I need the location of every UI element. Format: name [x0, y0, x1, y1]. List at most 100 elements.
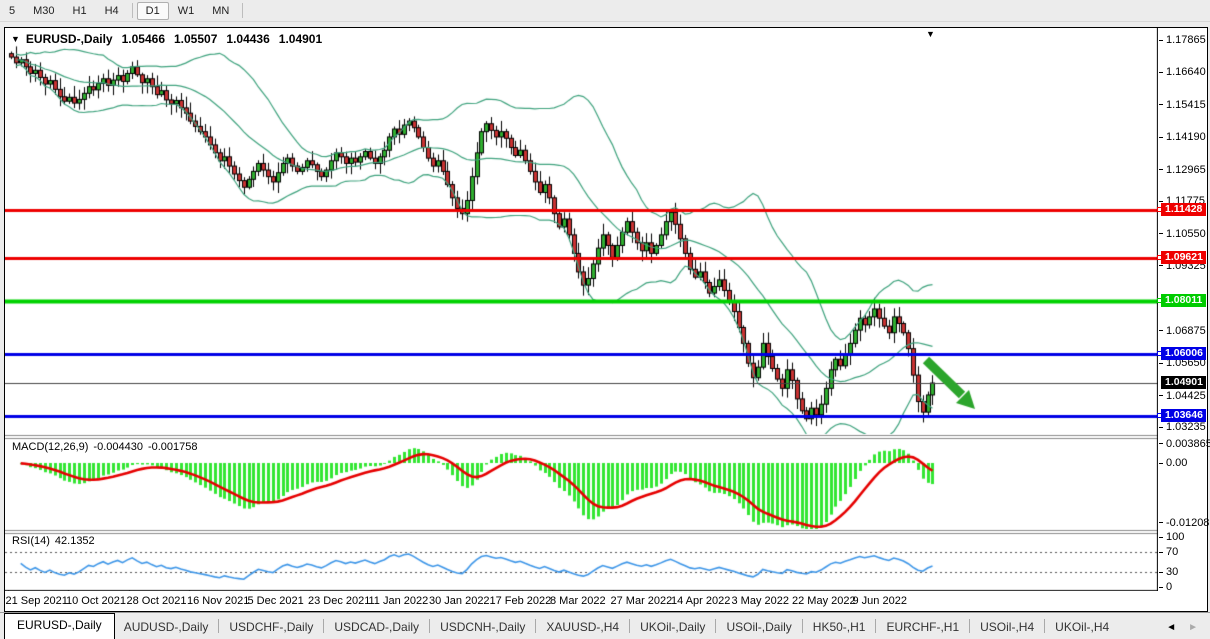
price-tick [1159, 265, 1163, 266]
price-tick-label: 1.06875 [1166, 325, 1206, 337]
macd-tick-label: 0.00 [1166, 457, 1187, 469]
price-tick [1159, 137, 1163, 138]
chart-symbol-label: EURUSD-,Daily [26, 32, 113, 46]
ohlc-high: 1.05507 [174, 32, 217, 46]
date-tick-label: 23 Dec 2021 [308, 595, 370, 607]
hline-price-badge: 1.03646 [1161, 409, 1206, 422]
price-tick [1159, 201, 1163, 202]
macd-indicator-label: MACD(12,26,9) -0.004430 -0.001758 [12, 441, 203, 453]
date-tick-label: 21 Sep 2021 [6, 595, 68, 607]
tab-audusd-daily[interactable]: AUDUSD-,Daily [115, 616, 218, 639]
tab-separator [323, 619, 324, 633]
date-tick-label: 5 Dec 2021 [248, 595, 304, 607]
price-tick-label: 1.03235 [1166, 421, 1206, 433]
price-tick [1159, 104, 1163, 105]
date-tick-label: 30 Jan 2022 [429, 595, 490, 607]
tab-eurusd-daily[interactable]: EURUSD-,Daily [4, 613, 115, 639]
tab-scroll-right-icon[interactable]: ► [1188, 622, 1198, 633]
tab-separator [969, 619, 970, 633]
rsi-tick [1159, 552, 1163, 553]
rsi-tick [1159, 572, 1163, 573]
hline-price-badge: 1.06006 [1161, 347, 1206, 360]
chart-dropdown-icon[interactable]: ▼ [11, 34, 20, 44]
period-button-mn[interactable]: MN [203, 2, 238, 20]
price-tick-label: 1.16640 [1166, 66, 1206, 78]
hline-anchor-handle[interactable] [1157, 255, 1162, 260]
hline-price-badge: 1.11428 [1161, 203, 1206, 216]
ohlc-close: 1.04901 [279, 32, 322, 46]
date-tick-label: 11 Jan 2022 [369, 595, 429, 607]
chart-shift-marker-icon[interactable]: ▼ [926, 29, 935, 39]
price-tick [1159, 233, 1163, 234]
tab-separator [629, 619, 630, 633]
current-price-badge: 1.04901 [1161, 376, 1206, 389]
tab-ukoil-h4[interactable]: UKOil-,H4 [1046, 616, 1118, 639]
rsi-tick [1159, 537, 1163, 538]
date-tick-label: 28 Oct 2021 [127, 595, 187, 607]
price-tick-label: 1.04425 [1166, 390, 1206, 402]
hline-anchor-handle[interactable] [1157, 207, 1162, 212]
price-tick [1159, 363, 1163, 364]
tab-usdcad-daily[interactable]: USDCAD-,Daily [325, 616, 428, 639]
tab-separator [715, 619, 716, 633]
macd-name: MACD(12,26,9) [12, 441, 88, 453]
price-chart-canvas[interactable] [5, 28, 1158, 610]
macd-tick [1159, 463, 1163, 464]
price-tick [1159, 40, 1163, 41]
tab-separator [535, 619, 536, 633]
rsi-tick-label: 0 [1166, 581, 1172, 593]
ohlc-open: 1.05466 [122, 32, 165, 46]
hline-price-badge: 1.09621 [1161, 251, 1206, 264]
price-tick-label: 1.12965 [1166, 164, 1206, 176]
tab-separator [1044, 619, 1045, 633]
rsi-name: RSI(14) [12, 535, 50, 547]
date-axis: 21 Sep 202110 Oct 202128 Oct 202116 Nov … [5, 591, 1158, 610]
timeframe-toolbar: 5M30H1H4 D1W1MN [0, 0, 1210, 22]
hline-price-badge: 1.08011 [1161, 294, 1206, 307]
period-button-h1[interactable]: H1 [64, 2, 96, 20]
price-tick [1159, 427, 1163, 428]
date-tick-label: 14 Apr 2022 [671, 595, 730, 607]
tab-separator [875, 619, 876, 633]
price-axis: 1.178651.166401.154151.141901.129651.117… [1159, 28, 1207, 610]
hline-anchor-handle[interactable] [1157, 351, 1162, 356]
price-tick-label: 1.14190 [1166, 131, 1206, 143]
tab-usoil-h4[interactable]: USOil-,H4 [971, 616, 1043, 639]
chart-title: ▼ EURUSD-,Daily 1.05466 1.05507 1.04436 … [11, 32, 322, 46]
tab-hk50-h1[interactable]: HK50-,H1 [804, 616, 875, 639]
rsi-tick-label: 100 [1166, 531, 1184, 543]
tab-eurchf-h1[interactable]: EURCHF-,H1 [877, 616, 968, 639]
tab-usdcnh-daily[interactable]: USDCNH-,Daily [431, 616, 534, 639]
tab-ukoil-daily[interactable]: UKOil-,Daily [631, 616, 714, 639]
tab-scroll-left-icon[interactable]: ◄ [1166, 622, 1176, 633]
rsi-tick-label: 30 [1166, 566, 1178, 578]
tab-separator [218, 619, 219, 633]
macd-value: -0.004430 [93, 441, 143, 453]
tab-xauusd-h4[interactable]: XAUUSD-,H4 [537, 616, 628, 639]
toolbar-separator [242, 3, 243, 18]
macd-signal-value: -0.001758 [148, 441, 198, 453]
macd-tick-label: 0.003865 [1166, 438, 1210, 450]
price-tick [1159, 395, 1163, 396]
rsi-value: 42.1352 [55, 535, 95, 547]
hline-anchor-handle[interactable] [1157, 298, 1162, 303]
period-button-5[interactable]: 5 [0, 2, 24, 20]
macd-tick-label: -0.01208 [1166, 517, 1209, 529]
period-button-d1[interactable]: D1 [137, 2, 169, 20]
tab-usoil-daily[interactable]: USOil-,Daily [717, 616, 800, 639]
tab-separator [802, 619, 803, 633]
date-tick-label: 22 May 2022 [792, 595, 856, 607]
date-tick-label: 27 Mar 2022 [611, 595, 673, 607]
date-tick-label: 9 Jun 2022 [853, 595, 907, 607]
period-button-h4[interactable]: H4 [96, 2, 128, 20]
rsi-indicator-label: RSI(14) 42.1352 [12, 535, 100, 547]
chart-window: ▼ EURUSD-,Daily 1.05466 1.05507 1.04436 … [4, 27, 1208, 612]
date-tick-label: 3 May 2022 [732, 595, 789, 607]
ohlc-low: 1.04436 [226, 32, 269, 46]
period-button-m30[interactable]: M30 [24, 2, 63, 20]
period-button-w1[interactable]: W1 [169, 2, 204, 20]
hline-anchor-handle[interactable] [1157, 413, 1162, 418]
date-tick-label: 16 Nov 2021 [187, 595, 249, 607]
price-tick-label: 1.15415 [1166, 99, 1206, 111]
tab-usdchf-daily[interactable]: USDCHF-,Daily [220, 616, 322, 639]
